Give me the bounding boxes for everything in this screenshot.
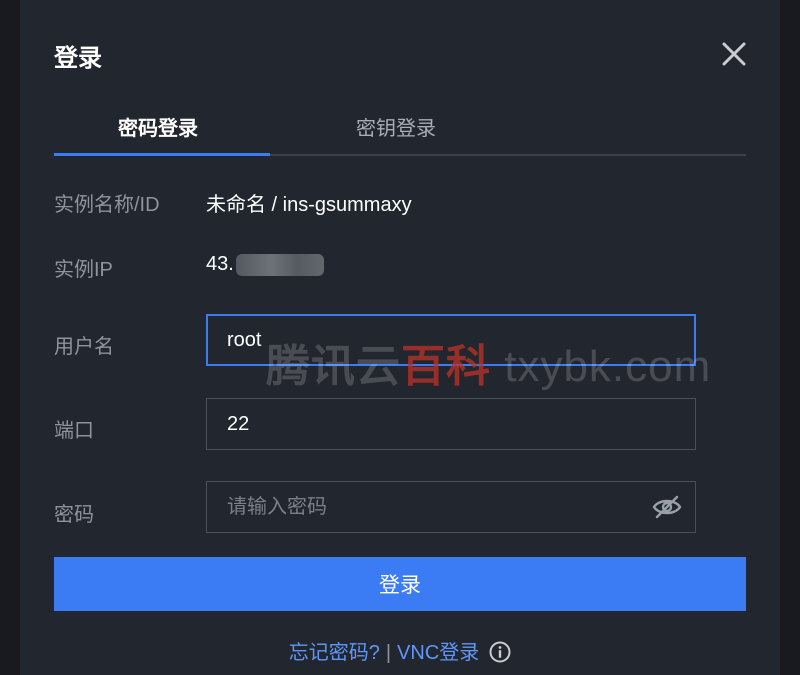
- password-label: 密码: [54, 504, 94, 526]
- login-button[interactable]: 登录: [54, 557, 746, 611]
- active-tab-indicator: [54, 153, 270, 156]
- instance-name-value: 未命名 / ins-gsummaxy: [206, 194, 412, 216]
- login-tabs: 密码登录 密钥登录: [54, 100, 746, 156]
- tab-password-login[interactable]: 密码登录: [118, 112, 198, 141]
- instance-name-label: 实例名称/ID: [54, 194, 160, 216]
- ip-blur-mask: [235, 253, 324, 276]
- info-icon[interactable]: [489, 641, 511, 663]
- eye-off-icon[interactable]: [652, 494, 682, 520]
- username-input[interactable]: [206, 314, 696, 366]
- instance-ip-text: 43.: [206, 253, 234, 275]
- port-input[interactable]: [206, 398, 696, 450]
- password-input[interactable]: [206, 481, 696, 533]
- vnc-login-link[interactable]: VNC登录: [397, 642, 479, 664]
- close-icon[interactable]: [720, 40, 748, 68]
- login-dialog: 登录 密码登录 密钥登录 实例名称/ID 未命名 / ins-gsummaxy …: [20, 0, 780, 675]
- backdrop-left: [0, 0, 20, 675]
- backdrop-right: [780, 0, 800, 675]
- port-label: 端口: [54, 420, 94, 442]
- username-label: 用户名: [54, 336, 114, 358]
- dialog-title: 登录: [54, 45, 102, 72]
- tab-key-login[interactable]: 密钥登录: [356, 112, 436, 141]
- instance-ip-label: 实例IP: [54, 259, 113, 281]
- instance-ip-value: 43.: [206, 253, 324, 276]
- forgot-password-link[interactable]: 忘记密码?: [289, 642, 380, 664]
- login-footer: 忘记密码? | VNC登录: [20, 636, 780, 665]
- footer-separator: |: [385, 642, 392, 664]
